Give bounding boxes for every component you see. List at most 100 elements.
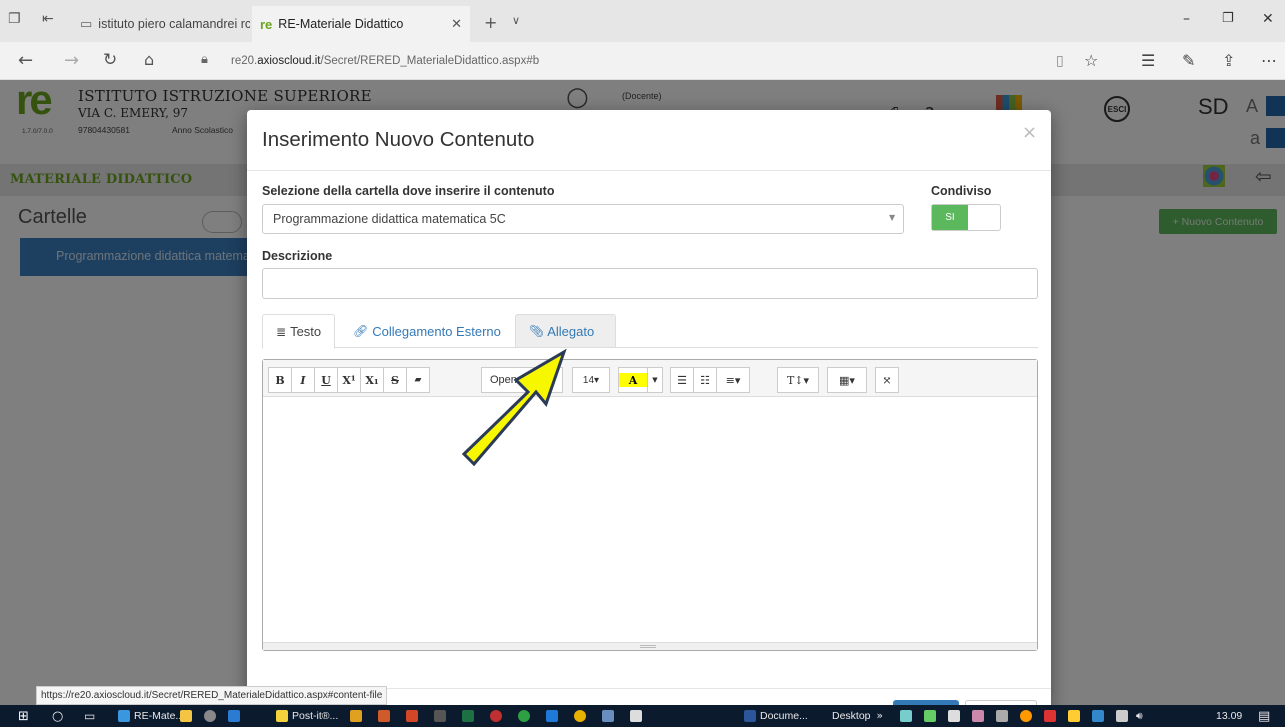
back-icon[interactable]: ← — [18, 50, 33, 71]
tab-allegato-label: Allegato — [547, 323, 595, 339]
chevron-down-icon[interactable]: ∨ — [512, 14, 520, 27]
cloud-icon — [948, 710, 960, 722]
minimize-icon[interactable]: – — [1183, 11, 1190, 27]
taskbar-desktop-toolbar[interactable]: Desktop » — [832, 705, 883, 727]
modal-close-icon[interactable]: × — [1022, 122, 1037, 143]
arrow-shape — [461, 348, 567, 467]
refresh-icon[interactable]: ↻ — [103, 50, 117, 70]
underline-button[interactable]: U — [314, 367, 338, 393]
taskbar-word-item[interactable]: Docume... — [744, 705, 808, 727]
notifications-icon[interactable]: ▤ — [1258, 705, 1270, 727]
url-prefix: re20. — [231, 55, 258, 67]
eraser-button[interactable]: ▰ — [406, 367, 430, 393]
home-icon[interactable]: ⌂ — [144, 50, 154, 69]
resize-grip-icon[interactable] — [640, 645, 656, 648]
reading-view-icon[interactable]: ▯ — [1056, 53, 1064, 69]
strikethrough-button[interactable]: S — [383, 367, 407, 393]
pen-notes-icon[interactable]: ✎ — [1182, 51, 1195, 70]
app4-icon — [490, 710, 502, 722]
taskbar-postit-item[interactable]: Post-it®... — [276, 705, 338, 727]
postit-icon — [276, 710, 288, 722]
app-icon — [228, 710, 240, 722]
description-input[interactable] — [262, 268, 1038, 299]
rich-text-editor[interactable] — [262, 359, 1038, 651]
text-color-caret[interactable]: ▼ — [647, 367, 663, 393]
close-window-icon[interactable]: ✕ — [1262, 11, 1274, 27]
folder-select[interactable]: Programmazione didattica matematica 5C — [262, 204, 904, 234]
volume-icon: 🔊︎ — [1136, 709, 1143, 722]
app2-icon — [350, 710, 362, 722]
taskbar-edge-label: RE-Mate... — [134, 710, 185, 722]
forward-icon[interactable]: → — [64, 50, 79, 71]
taskbar-desktop-label: Desktop — [832, 710, 871, 722]
line-height-button[interactable]: T↕▾ — [777, 367, 819, 393]
network-icon — [1116, 710, 1128, 722]
superscript-button[interactable]: X¹ — [337, 367, 361, 393]
browser-tab-1-title: istituto piero calamandrei rc — [98, 17, 250, 31]
app3-icon — [378, 710, 390, 722]
text-align-icon: ≣ — [276, 324, 287, 339]
tab-collegamento-label: Collegamento Esterno — [372, 323, 501, 339]
tray-icon-2 — [924, 710, 936, 722]
new-tab-icon[interactable]: + — [484, 13, 497, 32]
lock-icon: 🔒︎ — [201, 52, 208, 67]
tray-icon-8 — [1092, 710, 1104, 722]
ordered-list-button[interactable]: ☷ — [693, 367, 717, 393]
tab-testo[interactable]: ≣ Testo — [262, 314, 336, 349]
tray-icon-4 — [996, 710, 1008, 722]
system-tray[interactable]: 🔊︎ — [900, 705, 1143, 727]
more-icon[interactable]: ⋯ — [1261, 51, 1277, 70]
shared-toggle-on[interactable]: SI — [932, 205, 968, 230]
favorites-hub-icon[interactable]: ☰ — [1141, 51, 1155, 70]
taskbar-app-icons[interactable] — [180, 705, 244, 727]
calculator-icon — [434, 710, 446, 722]
text-color-button[interactable]: A — [618, 367, 648, 393]
tab-testo-label: Testo — [290, 324, 322, 339]
modal-title: Inserimento Nuovo Contenuto — [262, 128, 535, 151]
italic-button[interactable]: I — [291, 367, 315, 393]
re-favicon-icon: re — [260, 16, 273, 32]
tray-icon-1 — [900, 710, 912, 722]
restore-icon[interactable]: ❐ — [1222, 11, 1234, 26]
search-icon[interactable]: ○ — [52, 705, 63, 727]
paragraph-align-button[interactable]: ≡▾ — [716, 367, 750, 393]
windows-start-icon[interactable]: ⊞ — [18, 705, 29, 727]
overflow-chevron-icon: » — [876, 710, 883, 722]
tab-aside-icon[interactable]: ⇤ — [42, 11, 54, 27]
app7-icon — [602, 710, 614, 722]
taskbar-more-icons[interactable] — [350, 705, 646, 727]
url-field[interactable]: re20. axioscloud.it/Secret/RERED_Material… — [231, 49, 1071, 73]
subscript-button[interactable]: X₁ — [360, 367, 384, 393]
tray-icon-3 — [972, 710, 984, 722]
mail-icon — [630, 710, 642, 722]
tray-icon-7 — [1068, 710, 1080, 722]
table-button[interactable]: ▦▾ — [827, 367, 867, 393]
powerpoint-icon — [406, 710, 418, 722]
close-tab-icon[interactable]: ✕ — [451, 17, 462, 32]
chrome2-icon — [574, 710, 586, 722]
clock[interactable]: 13.09 — [1216, 705, 1242, 727]
excel-icon — [462, 710, 474, 722]
word-icon — [744, 710, 756, 722]
edge-icon — [118, 710, 130, 722]
fullscreen-button[interactable]: ⤧ — [875, 367, 899, 393]
link-icon: 🔗︎ — [353, 324, 369, 338]
unordered-list-button[interactable]: ☰ — [670, 367, 694, 393]
explorer-icon — [180, 710, 192, 722]
description-label: Descrizione — [262, 249, 333, 263]
tab-manager-icon[interactable]: ❐ — [8, 11, 21, 27]
divider — [247, 170, 1051, 171]
favorite-star-icon[interactable]: ☆ — [1084, 51, 1098, 70]
share-icon[interactable]: ⇪ — [1222, 51, 1235, 70]
annotation-arrow — [461, 348, 567, 467]
bold-button[interactable]: B — [268, 367, 292, 393]
browser-tab-1[interactable]: ▭ istituto piero calamandrei rc — [72, 6, 250, 42]
task-view-icon[interactable]: ▭ — [84, 705, 95, 727]
status-bar-url: https://re20.axioscloud.it/Secret/RERED_… — [36, 686, 388, 705]
chrome-icon — [204, 710, 216, 722]
browser-tab-2[interactable]: re RE-Materiale Didattico ✕ — [252, 6, 470, 42]
page-icon: ▭ — [80, 16, 93, 32]
paperclip-icon: 📎︎ — [529, 324, 545, 338]
taskbar-word-label: Docume... — [760, 710, 808, 722]
taskbar-edge-item[interactable]: RE-Mate... — [118, 705, 184, 727]
